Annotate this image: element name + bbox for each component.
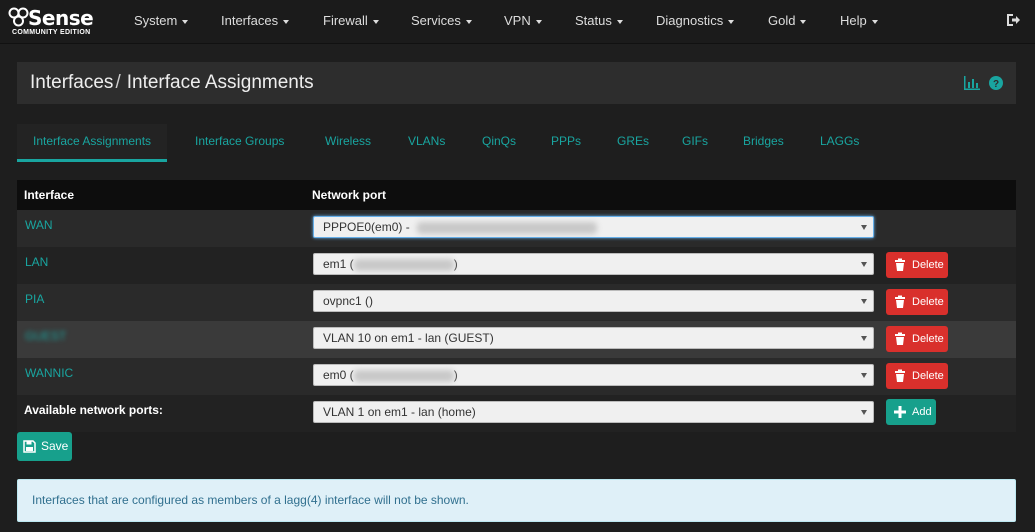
column-interface: Interface <box>24 188 75 202</box>
table-row: PIA ovpnc1 () Delete <box>17 284 1016 321</box>
available-ports-label: Available network ports: <box>24 403 163 417</box>
tab-vlans[interactable]: VLANs <box>392 124 461 162</box>
tab-wireless[interactable]: Wireless <box>309 124 387 162</box>
caret-down-icon <box>465 19 472 24</box>
tab-interface-assignments[interactable]: Interface Assignments <box>17 124 168 162</box>
port-select-wan[interactable]: PPPOE0(em0) - <box>313 216 874 238</box>
delete-button-pia[interactable]: Delete <box>886 289 948 315</box>
nav-firewall[interactable]: Firewall <box>323 13 379 28</box>
caret-down-icon <box>535 19 542 24</box>
delete-button-wannic[interactable]: Delete <box>886 363 948 389</box>
tab-interface-groups[interactable]: Interface Groups <box>179 124 300 162</box>
dropdown-arrow-icon <box>861 262 867 267</box>
dropdown-arrow-icon <box>861 299 867 304</box>
logo-icon <box>8 7 29 27</box>
nav-services[interactable]: Services <box>411 13 472 28</box>
nav-status[interactable]: Status <box>575 13 623 28</box>
trash-icon <box>895 258 905 271</box>
delete-button-guest[interactable]: Delete <box>886 326 948 352</box>
info-alert: Interfaces that are configured as member… <box>17 479 1016 522</box>
dropdown-arrow-icon <box>861 410 867 415</box>
tab-laggs[interactable]: LAGGs <box>804 124 875 162</box>
save-button[interactable]: Save <box>17 432 72 461</box>
delete-button-lan[interactable]: Delete <box>886 252 948 278</box>
redacted-value <box>417 221 598 234</box>
page-title: Interface Assignments <box>126 72 314 93</box>
column-network-port: Network port <box>312 188 387 202</box>
port-select-wannic[interactable]: em0 () <box>313 364 874 386</box>
nav-help[interactable]: Help <box>840 13 878 28</box>
header-icons: ? <box>964 76 1003 90</box>
logout-icon[interactable] <box>1005 12 1021 28</box>
redacted-value <box>353 258 454 271</box>
redacted-value <box>353 369 454 382</box>
table-header: Interface Network port <box>17 180 1016 210</box>
interface-link-wan[interactable]: WAN <box>25 218 53 232</box>
port-select-guest[interactable]: VLAN 10 on em1 - lan (GUEST) <box>313 327 874 349</box>
nav-system[interactable]: System <box>134 13 189 28</box>
brand-subtitle: COMMUNITY EDITION <box>12 29 91 36</box>
svg-text:?: ? <box>993 79 999 90</box>
trash-icon <box>895 332 905 345</box>
tab-gifs[interactable]: GIFs <box>666 124 724 162</box>
port-select-pia[interactable]: ovpnc1 () <box>313 290 874 312</box>
help-icon[interactable]: ? <box>989 76 1003 90</box>
dropdown-arrow-icon <box>861 225 867 230</box>
interface-link-wannic[interactable]: WANNIC <box>25 366 73 380</box>
interface-table: Interface Network port WAN PPPOE0(em0) -… <box>17 180 1016 432</box>
caret-down-icon <box>372 19 379 24</box>
tab-qinqs[interactable]: QinQs <box>466 124 532 162</box>
tab-gres[interactable]: GREs <box>601 124 665 162</box>
caret-down-icon <box>728 19 735 24</box>
table-row: WAN PPPOE0(em0) - <box>17 210 1016 247</box>
plus-icon <box>894 406 906 418</box>
breadcrumb: Interfaces / Interface Assignments <box>30 72 314 94</box>
pfsense-logo[interactable]: Sense COMMUNITY EDITION <box>8 4 108 40</box>
dropdown-arrow-icon <box>861 336 867 341</box>
caret-down-icon <box>283 19 290 24</box>
trash-icon <box>895 295 905 308</box>
interface-link-guest[interactable]: GUEST <box>25 329 66 343</box>
nav-gold[interactable]: Gold <box>768 13 807 28</box>
trash-icon <box>895 369 905 382</box>
nav-vpn[interactable]: VPN <box>504 13 542 28</box>
tab-bar: Interface Assignments Interface Groups W… <box>17 124 1016 164</box>
brand-name: Sense <box>28 6 94 30</box>
caret-down-icon <box>182 19 189 24</box>
breadcrumb-parent[interactable]: Interfaces <box>30 72 113 93</box>
nav-diagnostics[interactable]: Diagnostics <box>656 13 735 28</box>
interface-link-lan[interactable]: LAN <box>25 255 48 269</box>
save-disk-icon <box>23 440 36 453</box>
port-select-lan[interactable]: em1 () <box>313 253 874 275</box>
caret-down-icon <box>800 19 807 24</box>
page-header-panel: Interfaces / Interface Assignments ? <box>17 62 1016 104</box>
tab-ppps[interactable]: PPPs <box>535 124 597 162</box>
caret-down-icon <box>871 19 878 24</box>
interface-link-pia[interactable]: PIA <box>25 292 44 306</box>
bar-chart-icon[interactable] <box>964 76 980 90</box>
available-port-select[interactable]: VLAN 1 on em1 - lan (home) <box>313 401 874 423</box>
table-row: WANNIC em0 () Delete <box>17 358 1016 395</box>
nav-interfaces[interactable]: Interfaces <box>221 13 290 28</box>
top-navbar: Sense COMMUNITY EDITION System Interface… <box>0 0 1035 44</box>
table-row: LAN em1 () Delete <box>17 247 1016 284</box>
available-ports-row: Available network ports: VLAN 1 on em1 -… <box>17 395 1016 432</box>
add-button[interactable]: Add <box>886 399 936 425</box>
breadcrumb-separator: / <box>115 72 121 93</box>
tab-bridges[interactable]: Bridges <box>727 124 800 162</box>
dropdown-arrow-icon <box>861 373 867 378</box>
table-row: GUEST VLAN 10 on em1 - lan (GUEST) Delet… <box>17 321 1016 358</box>
caret-down-icon <box>616 19 623 24</box>
